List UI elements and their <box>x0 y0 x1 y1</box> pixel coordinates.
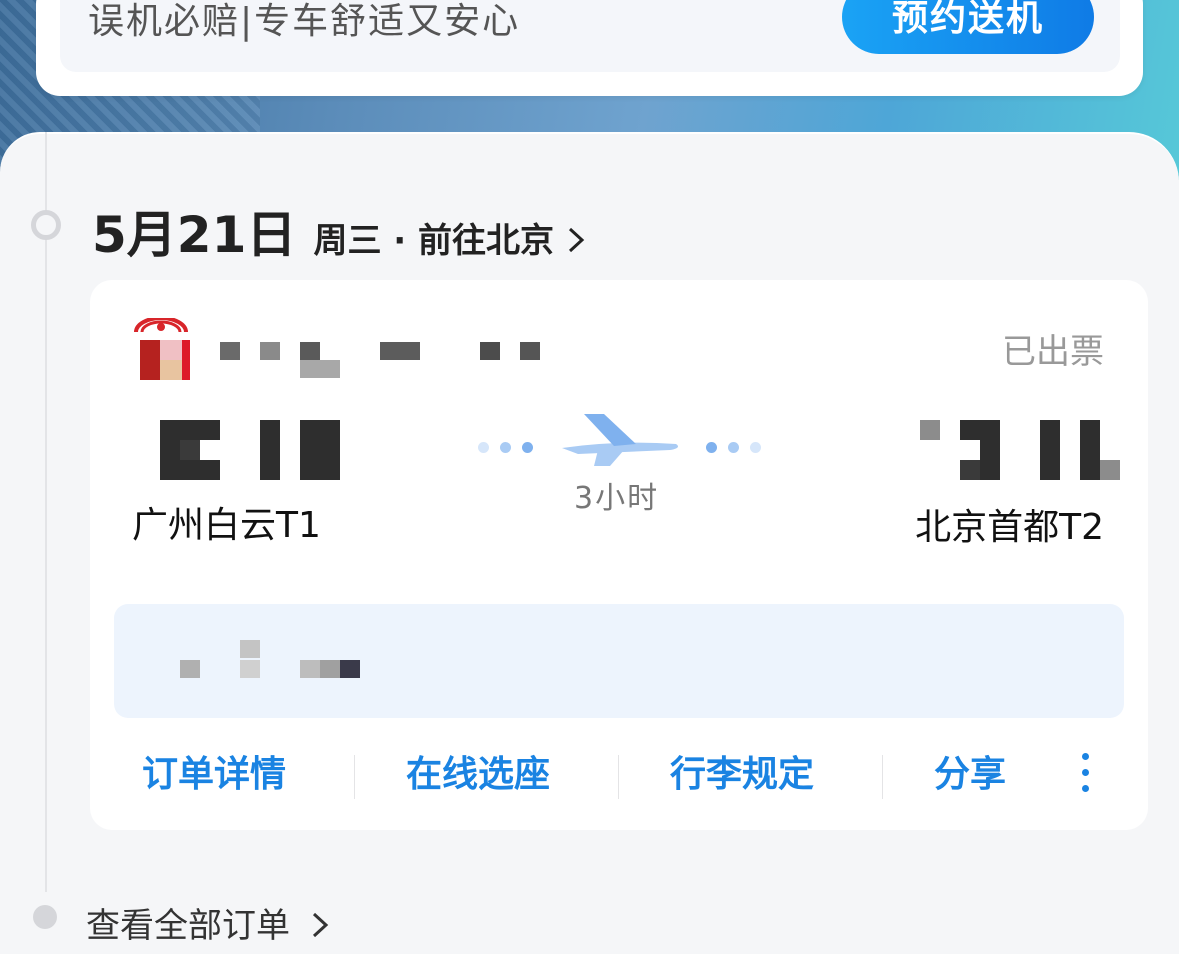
timeline-dot <box>33 905 57 929</box>
chevron-right-icon <box>301 906 331 946</box>
ticket-status: 已出票 <box>1002 332 1104 372</box>
trip-subtitle: 周三 · 前往北京 <box>313 221 555 261</box>
view-all-orders-link[interactable]: 查看全部订单 <box>86 898 331 947</box>
view-all-orders-label: 查看全部订单 <box>86 906 290 946</box>
baggage-rules-link[interactable]: 行李规定 <box>670 745 814 797</box>
departure-airport: 广州白云T1 <box>132 505 321 546</box>
book-dropoff-button[interactable]: 预约送机 <box>842 0 1094 54</box>
divider <box>882 755 883 799</box>
airline-logo <box>134 318 190 380</box>
arrival-airport: 北京首都T2 <box>915 507 1104 548</box>
order-details-link[interactable]: 订单详情 <box>142 745 286 797</box>
more-vertical-icon[interactable] <box>1080 753 1092 803</box>
divider <box>618 755 619 799</box>
action-bar: 订单详情 在线选座 行李规定 分享 <box>90 745 1148 805</box>
chevron-right-icon <box>565 221 587 261</box>
timeline-dot <box>31 210 61 240</box>
online-seat-selection-link[interactable]: 在线选座 <box>406 745 550 797</box>
path-dots-left <box>478 438 544 457</box>
timeline-line <box>45 132 47 892</box>
plane-icon <box>562 414 678 466</box>
divider <box>354 755 355 799</box>
promo-text: 误机必赔|专车舒适又安心 <box>88 1 521 42</box>
flight-card[interactable]: 已出票 3小时 广州白云T1 北京首都T2 订单详情 在线选座 行李规定 分享 <box>90 280 1148 830</box>
share-link[interactable]: 分享 <box>934 745 1006 797</box>
flight-path <box>478 410 798 480</box>
trip-date: 5月21日 <box>92 206 297 264</box>
path-dots-right <box>706 438 772 457</box>
flight-info-box <box>114 604 1124 718</box>
trip-date-header[interactable]: 5月21日 周三 · 前往北京 <box>92 195 587 267</box>
flight-duration: 3小时 <box>574 481 660 516</box>
